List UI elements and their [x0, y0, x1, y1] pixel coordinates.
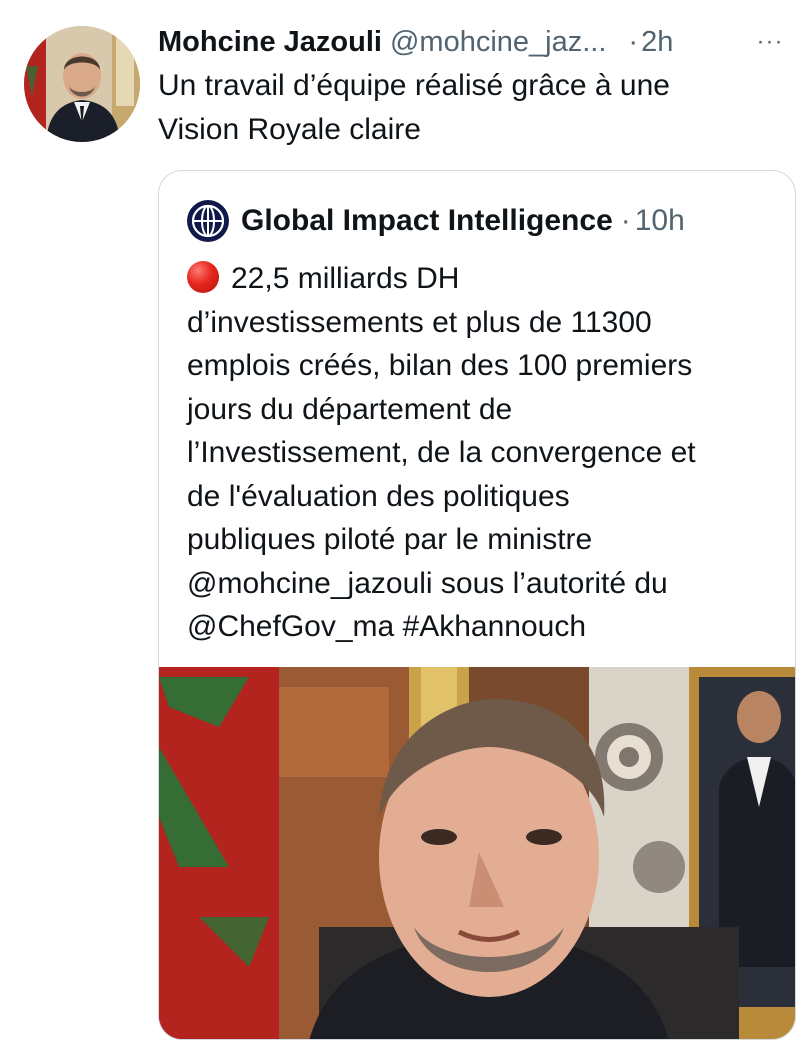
author-name[interactable]: Mohcine Jazouli [158, 22, 382, 62]
quoted-text-line: d’investissements et plus de 11300 [187, 305, 652, 339]
quoted-tweet-photo[interactable] [159, 667, 795, 1039]
quoted-text-line: emplois créés, bilan des 100 premiers [187, 349, 693, 382]
author-avatar[interactable] [24, 26, 140, 142]
separator-dot: · [620, 204, 631, 237]
quoted-text-line: de l'évaluation des politiques [187, 479, 570, 513]
tweet[interactable]: Mohcine Jazouli @mohcine_jaz... · 2h ···… [0, 0, 802, 1057]
quoted-text-line: @ChefGov_ma #Akhannouch [187, 610, 587, 643]
separator-dot: · [628, 26, 639, 58]
tweet-text: Un travail d’équipe réalisé grâce à une … [158, 64, 778, 152]
quoted-tweet-text: 22,5 milliards DH d’investissements et p… [187, 257, 787, 649]
tweet-text-line: Vision Royale claire [158, 113, 421, 146]
quoted-text-line: @mohcine_jazouli sous l’autorité du [187, 566, 668, 600]
quoted-text-line: jours du département de [187, 392, 513, 426]
quoted-text-line: l’Investissement, de la convergence et [187, 436, 696, 469]
quoted-text-line: publiques piloté par le ministre [187, 523, 593, 556]
quoted-tweet-header: Global Impact Intelligence · 10h [187, 199, 685, 243]
red-circle-icon [187, 261, 219, 293]
quoted-tweet[interactable]: Global Impact Intelligence · 10h 22,5 mi… [158, 170, 796, 1040]
globe-logo-icon[interactable] [187, 200, 229, 242]
author-handle[interactable]: @mohcine_jaz... [390, 22, 606, 62]
tweet-text-line: Un travail d’équipe réalisé grâce à une [158, 69, 670, 102]
quoted-text-line-1: 22,5 milliards DH [231, 262, 460, 295]
tweet-header: Mohcine Jazouli @mohcine_jaz... · 2h ··· [158, 22, 788, 62]
more-options-icon[interactable]: ··· [752, 22, 788, 62]
quoted-author-name[interactable]: Global Impact Intelligence [241, 204, 613, 238]
tweet-timestamp[interactable]: 2h [641, 22, 673, 62]
quoted-tweet-timestamp[interactable]: 10h [635, 204, 685, 238]
quoted-text-line: 22,5 milliards DH [187, 257, 787, 301]
